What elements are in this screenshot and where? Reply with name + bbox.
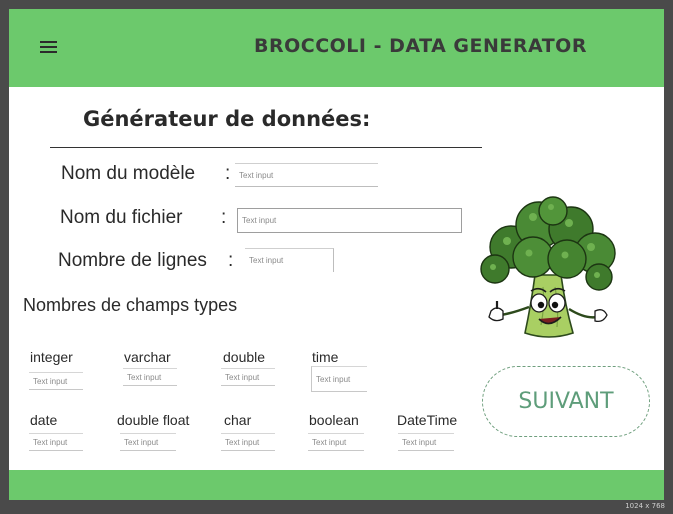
type-double-label: double bbox=[223, 349, 266, 365]
app-header: BROCCOLI - DATA GENERATOR bbox=[9, 9, 664, 87]
heading-divider bbox=[50, 147, 482, 148]
type-char-input[interactable] bbox=[221, 433, 275, 451]
file-name-colon: : bbox=[221, 207, 227, 228]
app-footer bbox=[9, 470, 664, 500]
type-time-label: time bbox=[312, 349, 339, 365]
page-title: Générateur de données: bbox=[83, 107, 371, 131]
type-time-input[interactable] bbox=[311, 366, 367, 392]
next-button[interactable]: SUIVANT bbox=[482, 366, 650, 437]
app-window: BROCCOLI - DATA GENERATOR Générateur de … bbox=[9, 9, 664, 500]
file-name-input[interactable] bbox=[237, 208, 462, 233]
row-count-input[interactable] bbox=[245, 248, 334, 272]
type-varchar-input[interactable] bbox=[123, 368, 177, 386]
type-integer-label: integer bbox=[30, 349, 73, 365]
type-double-input[interactable] bbox=[221, 368, 275, 386]
hamburger-menu-icon[interactable] bbox=[40, 41, 57, 54]
type-datetime-label: DateTime bbox=[397, 412, 458, 428]
type-date-input[interactable] bbox=[29, 433, 83, 451]
type-boolean-label: boolean bbox=[309, 412, 359, 428]
type-integer-input[interactable] bbox=[29, 372, 83, 390]
canvas-dimensions-label: 1024 x 768 bbox=[625, 502, 665, 510]
broccoli-mascot-icon bbox=[480, 196, 616, 338]
row-count-colon: : bbox=[228, 250, 234, 271]
type-char-label: char bbox=[224, 412, 252, 428]
model-name-colon: : bbox=[225, 163, 231, 184]
model-name-label: Nom du modèle bbox=[61, 163, 196, 184]
type-date-label: date bbox=[30, 412, 58, 428]
type-boolean-input[interactable] bbox=[308, 433, 364, 451]
model-name-input[interactable] bbox=[235, 163, 378, 187]
type-varchar-label: varchar bbox=[124, 349, 171, 365]
file-name-label: Nom du fichier bbox=[60, 207, 183, 228]
type-datetime-input[interactable] bbox=[398, 433, 454, 451]
app-title: BROCCOLI - DATA GENERATOR bbox=[254, 35, 587, 57]
type-double-float-input[interactable] bbox=[120, 433, 176, 451]
row-count-label: Nombre de lignes bbox=[58, 250, 207, 271]
field-types-section-label: Nombres de champs types bbox=[23, 295, 238, 315]
type-double-float-label: double float bbox=[117, 412, 190, 428]
